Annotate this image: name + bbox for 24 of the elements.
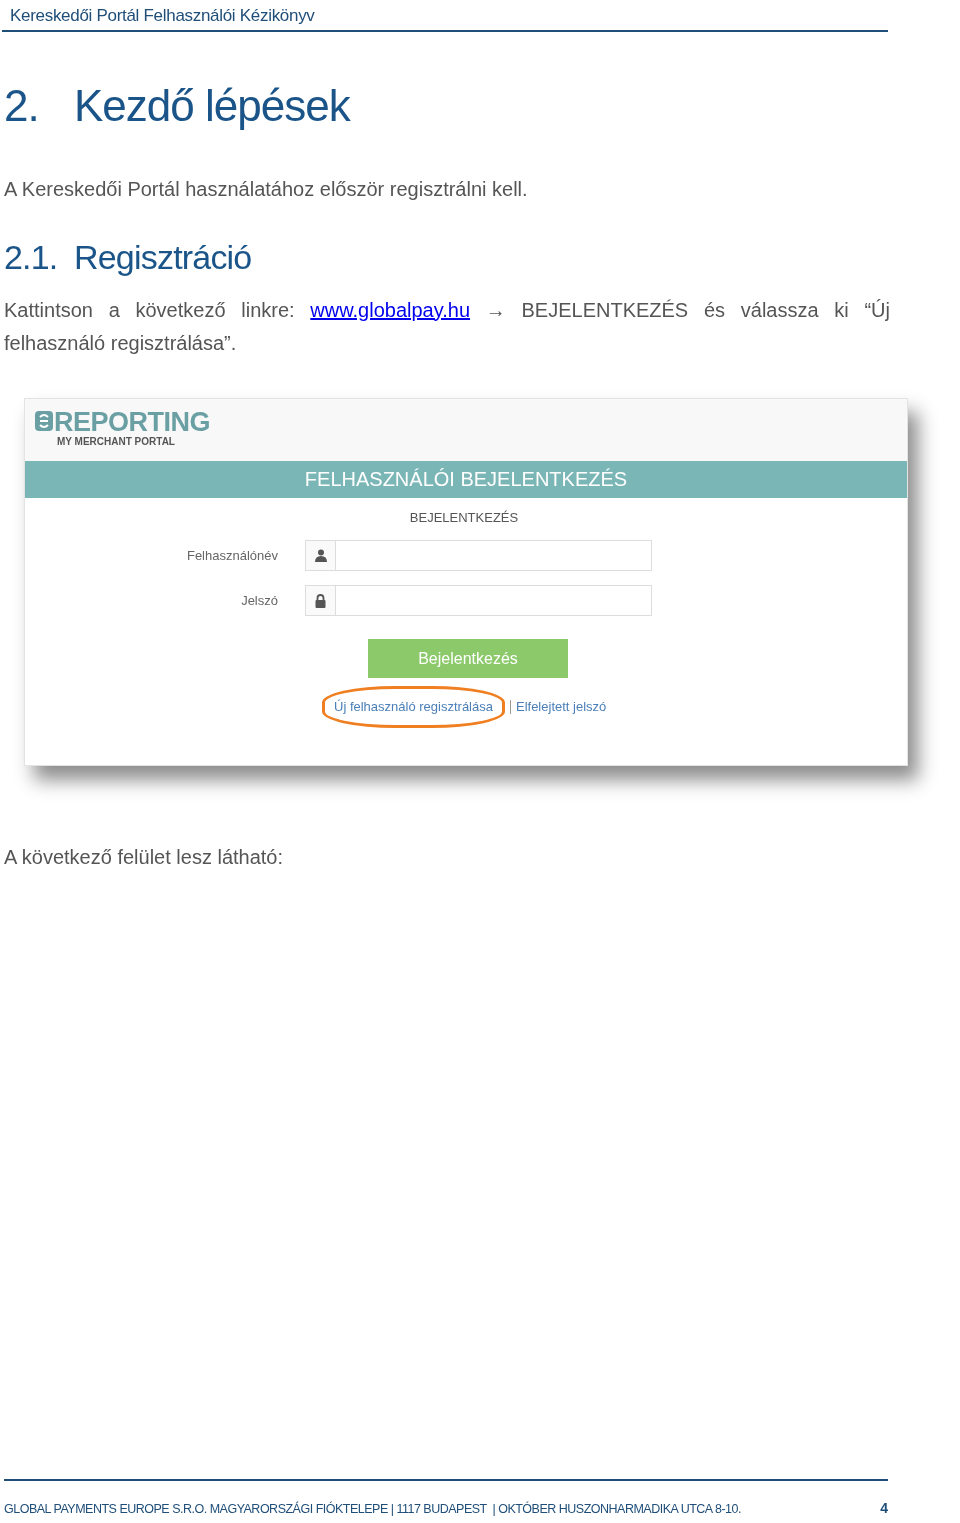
lock-icon xyxy=(315,593,326,608)
intro-text: A Kereskedői Portál használatához először regisztrálni kell. xyxy=(4,176,528,202)
subheading-title: Regisztráció xyxy=(74,239,252,274)
input-field[interactable] xyxy=(305,585,652,616)
instruction-text: Kattintson a következő linkre: www.globalpay.hu → BEJELENTKEZÉS és válassza ki “Új felhasználó regisztrálása”. xyxy=(4,297,890,356)
globalpay-link[interactable]: www.globalpay.hu xyxy=(310,298,471,321)
page-number: 4 xyxy=(880,1499,888,1518)
register-link[interactable]: Új felhasználó regisztrálása xyxy=(334,699,493,714)
subheading-number: 2.1. xyxy=(4,239,59,274)
outro-text: A következő felület lesz látható: xyxy=(4,844,284,870)
header-title: Kereskedői Portál Felhasználói Kézikönyv xyxy=(10,5,315,27)
user-icon xyxy=(314,549,327,562)
heading-number: 2. xyxy=(4,83,40,128)
input-field[interactable] xyxy=(305,540,652,571)
logo-title: REPORTING xyxy=(54,408,210,436)
field-label: Felhasználónév xyxy=(185,546,279,565)
field-label: Jelszó xyxy=(240,591,279,610)
login-banner: FELHASZNÁLÓI BEJELENTKEZÉS xyxy=(25,460,907,498)
logo-subtitle: MY MERCHANT PORTAL xyxy=(57,436,175,447)
section-title: BEJELENTKEZÉS xyxy=(409,508,519,527)
heading-title: Kezdő lépések xyxy=(74,83,350,128)
forgot-password-link[interactable]: Elfelejtett jelszó xyxy=(515,697,607,717)
footer-text: GLOBAL PAYMENTS EUROPE S.R.O. MAGYARORSZÁGI FIÓKTELEPE | 1117 BUDAPEST | OKTÓBER HUSZONHARMADIKA UTCA 8-10. xyxy=(4,1500,741,1518)
logo-icon xyxy=(35,410,53,431)
